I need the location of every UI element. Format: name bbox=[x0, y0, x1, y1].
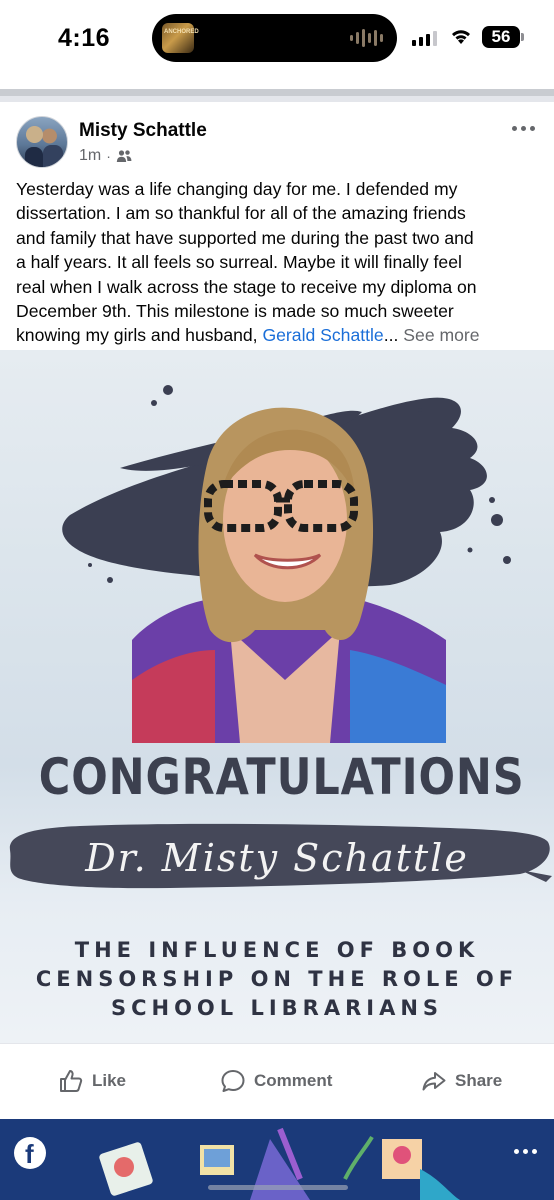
post-image[interactable]: CONGRATULATIONS Dr. Misty Schattle THE I… bbox=[0, 350, 554, 1043]
comment-button[interactable]: Comment bbox=[220, 1068, 332, 1094]
friends-icon[interactable] bbox=[116, 149, 132, 163]
dynamic-island[interactable]: ANCHORED bbox=[152, 14, 397, 62]
status-bar: 4:16 ANCHORED 56 bbox=[0, 0, 554, 90]
ellipsis: ... bbox=[383, 325, 399, 346]
thumbs-up-icon bbox=[60, 1070, 83, 1092]
post-text-prefix: knowing my girls and husband, bbox=[16, 325, 263, 346]
feed-gap bbox=[0, 96, 554, 102]
post-text-line: and family that have supported me during… bbox=[16, 227, 474, 248]
dissertation-title: THE INFLUENCE OF BOOK CENSORSHIP ON THE … bbox=[0, 936, 554, 1023]
author-name[interactable]: Misty Schattle bbox=[79, 120, 207, 142]
dissertation-title-line: CENSORSHIP ON THE ROLE OF bbox=[35, 967, 519, 991]
feed-divider bbox=[0, 89, 554, 96]
post-text-last-line: knowing my girls and husband, Gerald Sch… bbox=[16, 323, 544, 347]
post-more-button[interactable] bbox=[512, 122, 538, 134]
post-meta: 1m · bbox=[79, 147, 132, 165]
post-text-line: dissertation. I am so thankful for all o… bbox=[16, 203, 466, 224]
share-label: Share bbox=[455, 1071, 503, 1090]
post-text-line: December 9th. This milestone is made so … bbox=[16, 301, 454, 322]
share-button[interactable]: Share bbox=[421, 1068, 502, 1094]
mention-link[interactable]: Gerald Schattle bbox=[262, 325, 383, 345]
see-more-link[interactable]: See more bbox=[403, 325, 479, 345]
next-post-more-button[interactable] bbox=[514, 1149, 537, 1154]
post-action-bar: Like Comment Share bbox=[0, 1043, 554, 1119]
post-text-line: real when I walk across the stage to rec… bbox=[16, 276, 477, 297]
comment-bubble-icon bbox=[221, 1070, 245, 1092]
cellular-signal-icon bbox=[412, 30, 437, 46]
battery-tip bbox=[521, 33, 524, 41]
wifi-icon bbox=[452, 30, 470, 44]
post-timestamp[interactable]: 1m bbox=[79, 147, 101, 165]
now-playing-art-text: ANCHORED bbox=[164, 29, 199, 35]
post-text-line: Yesterday was a life changing day for me… bbox=[16, 179, 458, 199]
author-avatar[interactable] bbox=[16, 116, 68, 168]
congratulations-headline: CONGRATULATIONS bbox=[38, 748, 525, 806]
comment-label: Comment bbox=[254, 1071, 333, 1090]
dissertation-title-line: SCHOOL LIBRARIANS bbox=[110, 996, 444, 1020]
post-text-line: a half years. It all feels so surreal. M… bbox=[16, 252, 462, 273]
share-arrow-icon bbox=[422, 1072, 446, 1091]
dissertation-title-line: THE INFLUENCE OF BOOK bbox=[74, 938, 480, 962]
home-indicator[interactable] bbox=[208, 1185, 348, 1190]
like-button[interactable]: Like bbox=[58, 1068, 126, 1094]
meta-separator: · bbox=[106, 148, 111, 164]
honoree-name: Dr. Misty Schattle bbox=[85, 836, 469, 880]
audio-waveform-icon bbox=[350, 28, 383, 48]
status-time: 4:16 bbox=[58, 24, 111, 52]
post-text: Yesterday was a life changing day for me… bbox=[16, 177, 544, 348]
like-label: Like bbox=[92, 1071, 127, 1090]
battery-indicator: 56 bbox=[482, 26, 520, 48]
now-playing-artwork[interactable]: ANCHORED bbox=[162, 23, 199, 53]
